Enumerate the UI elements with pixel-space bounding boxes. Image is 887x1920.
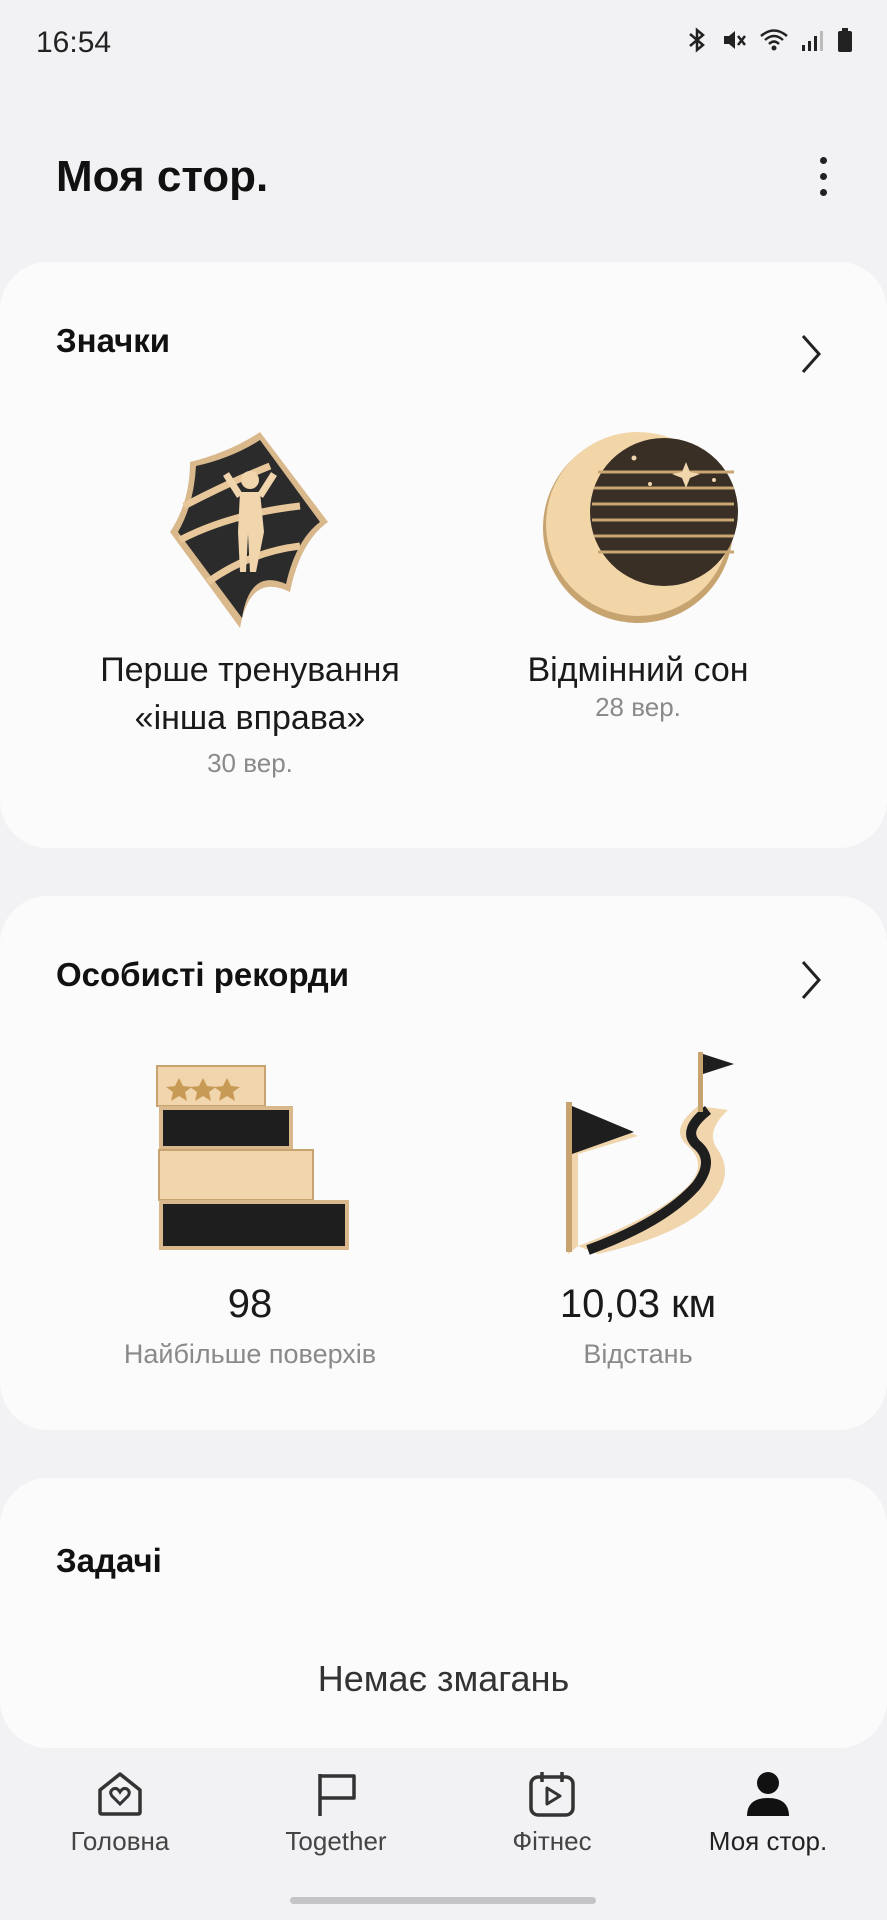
profile-icon [747,1772,789,1816]
record-value: 98 [227,1282,273,1326]
badges-card[interactable]: Значки Перше тренування «інша вправа» 30… [0,262,887,848]
nav-item-home[interactable]: Головна [20,1768,220,1857]
badge-item[interactable]: Відмінний сон 28 вер. [428,422,848,723]
battery-icon [837,27,853,53]
bottom-nav: Головна Together Фітнес Моя стор. [0,1750,887,1920]
floors-record-icon [156,1065,349,1250]
badge-item[interactable]: Перше тренування «інша вправа» 30 вер. [40,422,460,779]
sleep-moon-badge-icon [543,432,738,623]
bluetooth-icon [685,26,709,54]
flag-icon [318,1774,356,1816]
badge-title-line2: «інша вправа» [134,699,366,737]
status-time: 16:54 [36,26,112,59]
record-item[interactable]: 10,03 км Відстань [428,1046,848,1370]
records-title: Особисті рекорди [56,956,350,993]
nav-label-my-page: Моя стор. [708,1826,828,1856]
challenges-card[interactable]: Задачі [0,1478,887,1748]
challenges-title: Задачі [56,1542,162,1579]
chevron-right-icon[interactable] [797,332,825,376]
nav-label-home: Головна [70,1826,170,1856]
record-label: Відстань [583,1339,693,1369]
badge-title: Перше тренування [100,651,400,689]
workout-badge-icon [170,432,328,628]
nav-item-fitness[interactable]: Фітнес [452,1768,652,1857]
calendar-play-icon [529,1772,575,1817]
more-dot [819,188,827,196]
distance-record-icon [566,1052,734,1255]
home-indicator[interactable] [290,1897,596,1904]
home-heart-icon [98,1772,142,1816]
badge-title: Відмінний сон [527,651,749,689]
wifi-icon [759,27,789,53]
records-card[interactable]: Особисті рекорди 98 Найбільше поверхів 1… [0,896,887,1430]
nav-item-together[interactable]: Together [236,1768,436,1857]
signal-icon [801,28,825,52]
challenges-empty-text: Немає змагань [317,1658,570,1699]
page-title: Моя стор. [56,152,269,201]
more-dot [819,156,827,164]
record-value: 10,03 км [559,1282,717,1326]
chevron-right-icon[interactable] [797,958,825,1002]
more-options-button[interactable] [811,148,835,204]
badge-date: 30 вер. [207,748,293,778]
badge-date: 28 вер. [595,692,681,722]
mute-icon [721,27,747,53]
nav-item-my-page[interactable]: Моя стор. [668,1768,868,1857]
record-label: Найбільше поверхів [123,1339,377,1369]
nav-label-together: Together [285,1826,387,1856]
record-item[interactable]: 98 Найбільше поверхів [40,1056,460,1370]
nav-label-fitness: Фітнес [512,1826,592,1856]
more-dot [819,172,827,180]
badges-title: Значки [56,322,171,359]
status-bar: 16:54 [0,0,887,90]
status-icons [685,26,853,54]
